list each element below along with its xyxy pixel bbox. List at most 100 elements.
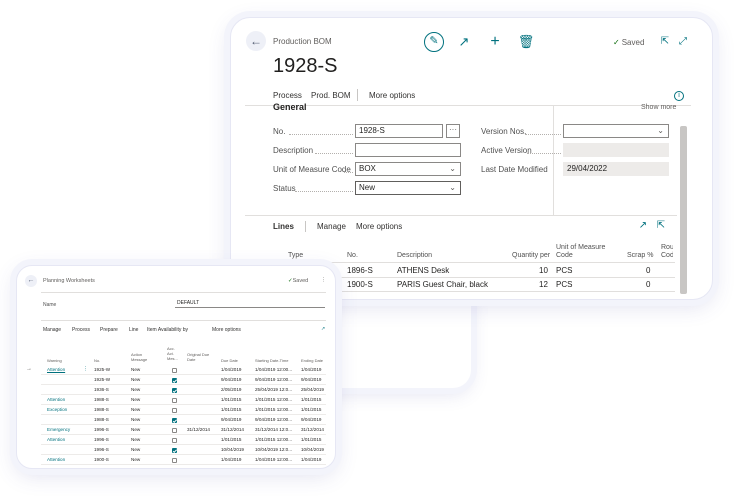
col-header-description[interactable]: Description (397, 252, 432, 260)
row-action-message[interactable]: New (131, 427, 140, 433)
info-icon[interactable]: i (674, 91, 684, 101)
row-starting-date-time[interactable]: 1/04/2019 12:00... (255, 367, 292, 373)
col-header-original-due-date[interactable]: Original Due Date (187, 352, 215, 362)
action-process[interactable]: Process (273, 91, 302, 100)
col-header-no[interactable]: No. (347, 252, 358, 260)
row-no[interactable]: 1996-S (94, 447, 109, 453)
action-process[interactable]: Process (72, 327, 90, 333)
action-prod-bom[interactable]: Prod. BOM (311, 91, 351, 100)
back-arrow-icon[interactable]: ← (246, 31, 266, 51)
row-warning[interactable]: Emergency (47, 427, 70, 433)
line-uom[interactable]: PCS (556, 266, 572, 275)
accept-action-checkbox[interactable] (172, 367, 177, 373)
line-scrap[interactable]: 0 (646, 266, 650, 275)
accept-action-checkbox[interactable] (172, 427, 177, 433)
row-ending-date[interactable]: 1/01/2015 (301, 437, 321, 443)
row-ending-date[interactable]: 10/04/2019 (301, 447, 324, 453)
row-no[interactable]: 1996-S (94, 427, 109, 433)
lookup-ellipsis-button[interactable]: ··· (446, 124, 460, 138)
col-header-starting-date-time[interactable]: Starting Date-Time (255, 358, 288, 363)
row-no[interactable]: 1988-S (94, 407, 109, 413)
line-quantity[interactable]: 12 (539, 280, 548, 289)
row-original-due-date[interactable]: 31/12/2014 (187, 427, 210, 433)
row-due-date[interactable]: 31/12/2014 (221, 427, 244, 433)
action-prepare[interactable]: Prepare (100, 327, 118, 333)
uom-select[interactable]: BOX ⌄ (355, 162, 461, 176)
lines-action-more-options[interactable]: More options (356, 222, 402, 231)
add-icon[interactable]: + (485, 32, 505, 52)
line-no[interactable]: 1896-S (347, 266, 373, 275)
row-no[interactable]: 1900-S (94, 457, 109, 463)
expand-icon[interactable]: ⤢ (673, 32, 693, 52)
no-input[interactable]: 1928-S (355, 124, 443, 138)
status-select[interactable]: New ⌄ (355, 181, 461, 195)
row-starting-date-time[interactable]: 1/01/2015 12:00... (255, 397, 292, 403)
accept-action-checkbox[interactable] (172, 437, 177, 443)
row-due-date[interactable]: 2/05/2019 (221, 387, 241, 393)
col-header-scrap[interactable]: Scrap % (627, 252, 653, 260)
row-starting-date-time[interactable]: 25/04/2019 12:0... (255, 387, 292, 393)
line-uom[interactable]: PCS (556, 280, 572, 289)
col-header-ending-date[interactable]: Ending Date (301, 358, 323, 363)
col-header-quantity-per[interactable]: Quantity per (512, 252, 550, 260)
name-input[interactable]: DEFAULT (175, 300, 325, 308)
row-no[interactable]: 1988-S (94, 397, 109, 403)
accept-action-checkbox[interactable] (172, 397, 177, 403)
line-description[interactable]: ATHENS Desk (397, 266, 449, 275)
row-due-date[interactable]: 1/04/2019 (221, 457, 241, 463)
col-header-no[interactable]: No. (94, 358, 100, 363)
row-action-message[interactable]: New (131, 447, 140, 453)
row-warning[interactable]: Attention (47, 367, 65, 373)
row-no[interactable]: 1996-S (94, 437, 109, 443)
row-warning[interactable]: Attention (47, 457, 65, 463)
description-input[interactable] (355, 143, 461, 157)
row-ending-date[interactable]: 25/04/2019 (301, 387, 324, 393)
row-starting-date-time[interactable]: 31/12/2014 12:0... (255, 427, 292, 433)
row-due-date[interactable]: 9/04/2019 (221, 377, 241, 383)
col-header-uom[interactable]: Unit of Measure Code (556, 244, 606, 260)
back-arrow-icon[interactable]: ← (25, 275, 37, 287)
line-no[interactable]: 1900-S (347, 280, 373, 289)
row-ending-date[interactable]: 1/01/2015 (301, 407, 321, 413)
section-general-title[interactable]: General (273, 102, 307, 112)
row-starting-date-time[interactable]: 1/01/2015 12:00... (255, 437, 292, 443)
row-warning[interactable]: Attention (47, 397, 65, 403)
share-icon[interactable]: ↗ (454, 32, 474, 52)
row-starting-date-time[interactable]: 9/04/2019 12:00... (255, 417, 292, 423)
row-ending-date[interactable]: 1/04/2019 (301, 457, 321, 463)
col-header-type[interactable]: Type (288, 252, 303, 260)
row-ending-date[interactable]: 9/04/2019 (301, 377, 321, 383)
col-header-action-message[interactable]: Action Message (131, 352, 157, 362)
row-due-date[interactable]: 1/01/2015 (221, 397, 241, 403)
action-manage[interactable]: Manage (43, 327, 61, 333)
row-starting-date-time[interactable]: 1/01/2015 12:00... (255, 407, 292, 413)
share-icon[interactable]: ↗ (321, 326, 325, 332)
col-header-accept-action[interactable]: Acc. Act. Mes... (167, 346, 179, 361)
line-scrap[interactable]: 0 (646, 280, 650, 289)
col-header-due-date[interactable]: Due Date (221, 358, 238, 363)
row-ending-date[interactable]: 9/04/2019 (301, 417, 321, 423)
row-no[interactable]: 1988-S (94, 417, 109, 423)
action-item-availability[interactable]: Item Availability by (147, 327, 188, 333)
show-more-link[interactable]: Show more (641, 104, 676, 111)
accept-action-checkbox[interactable] (172, 457, 177, 463)
row-action-message[interactable]: New (131, 417, 140, 423)
row-due-date[interactable]: 1/04/2019 (221, 367, 241, 373)
action-more-options[interactable]: More options (369, 91, 415, 100)
row-action-message[interactable]: New (131, 457, 140, 463)
row-ending-date[interactable]: 31/12/2014 (301, 427, 324, 433)
row-due-date[interactable]: 1/01/2015 (221, 437, 241, 443)
col-header-warning[interactable]: Warning (47, 358, 62, 363)
row-action-message[interactable]: New (131, 387, 140, 393)
accept-action-checkbox[interactable] (172, 417, 177, 423)
col-header-routing-code[interactable]: Rou Cod (661, 244, 673, 260)
lines-title[interactable]: Lines (273, 222, 294, 231)
row-action-message[interactable]: New (131, 397, 140, 403)
accept-action-checkbox[interactable] (172, 387, 177, 393)
delete-trash-icon[interactable]: 🗑 (516, 32, 536, 52)
row-starting-date-time[interactable]: 10/04/2019 12:0... (255, 447, 292, 453)
vertical-scrollbar[interactable] (680, 126, 687, 294)
row-no[interactable]: 1925-W (94, 377, 110, 383)
row-due-date[interactable]: 1/01/2015 (221, 407, 241, 413)
action-line[interactable]: Line (129, 327, 138, 333)
